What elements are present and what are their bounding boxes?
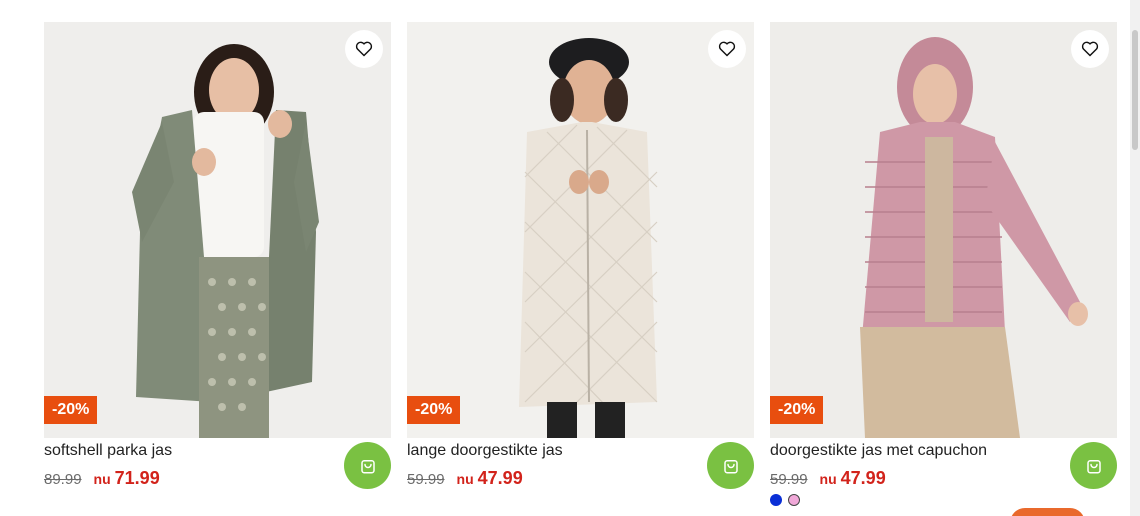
sale-price-amount: 71.99 [114,468,160,488]
heart-icon [355,41,373,57]
price-block: 89.99 nu 71.99 [44,468,160,489]
product-title[interactable]: softshell parka jas [44,442,172,460]
sale-price-label: nu [456,471,474,487]
sale-price: nu 71.99 [94,468,160,489]
product-title[interactable]: lange doorgestikte jas [407,442,563,460]
add-to-cart-button[interactable] [1070,442,1117,489]
product-photo [44,22,391,438]
sale-price-amount: 47.99 [477,468,523,488]
sale-price: nu 47.99 [457,468,523,489]
color-swatches [770,494,800,506]
product-photo [770,22,1117,438]
product-card[interactable]: -20% lange doorgestikte jas 59.99 nu 47.9… [407,22,754,516]
heart-icon [1081,41,1099,57]
discount-badge: -20% [44,396,98,424]
product-card[interactable]: -20% softshell parka jas 89.99 nu 71.99 [44,22,391,516]
floating-action-button[interactable] [1010,508,1085,516]
wishlist-button[interactable] [1071,30,1109,68]
old-price: 59.99 [770,471,808,488]
scrollbar-thumb[interactable] [1132,30,1138,150]
shopping-bag-icon [1086,459,1101,473]
discount-badge: -20% [770,396,824,424]
product-grid: -20% softshell parka jas 89.99 nu71.99 [44,22,1118,516]
sale-price-amount: 47.99 [840,468,886,488]
product-image[interactable]: -20% [44,22,391,438]
page-scrollbar[interactable] [1130,0,1140,516]
product-photo [407,22,754,438]
wishlist-button[interactable] [345,30,383,68]
discount-badge: -20% [407,396,461,424]
shopping-bag-icon [360,459,375,473]
shopping-bag-icon [723,459,738,473]
add-to-cart-button[interactable] [707,442,754,489]
heart-icon [718,41,736,57]
sale-price: nu 47.99 [820,468,886,489]
wishlist-button[interactable] [708,30,746,68]
sale-price-label: nu [819,471,837,487]
product-title[interactable]: doorgestikte jas met capuchon [770,442,987,460]
price-block: 59.99 nu 47.99 [407,468,523,489]
product-card[interactable]: -20% doorgestikte jas met capuchon 59.99… [770,22,1117,516]
old-price: 59.99 [407,471,445,488]
add-to-cart-button[interactable] [344,442,391,489]
product-image[interactable]: -20% [407,22,754,438]
color-swatch-blue[interactable] [770,494,782,506]
price-block: 59.99 nu 47.99 [770,468,886,489]
old-price: 89.99 [44,471,82,488]
color-swatch-pink[interactable] [788,494,800,506]
product-image[interactable]: -20% [770,22,1117,438]
sale-price-label: nu [93,471,111,487]
